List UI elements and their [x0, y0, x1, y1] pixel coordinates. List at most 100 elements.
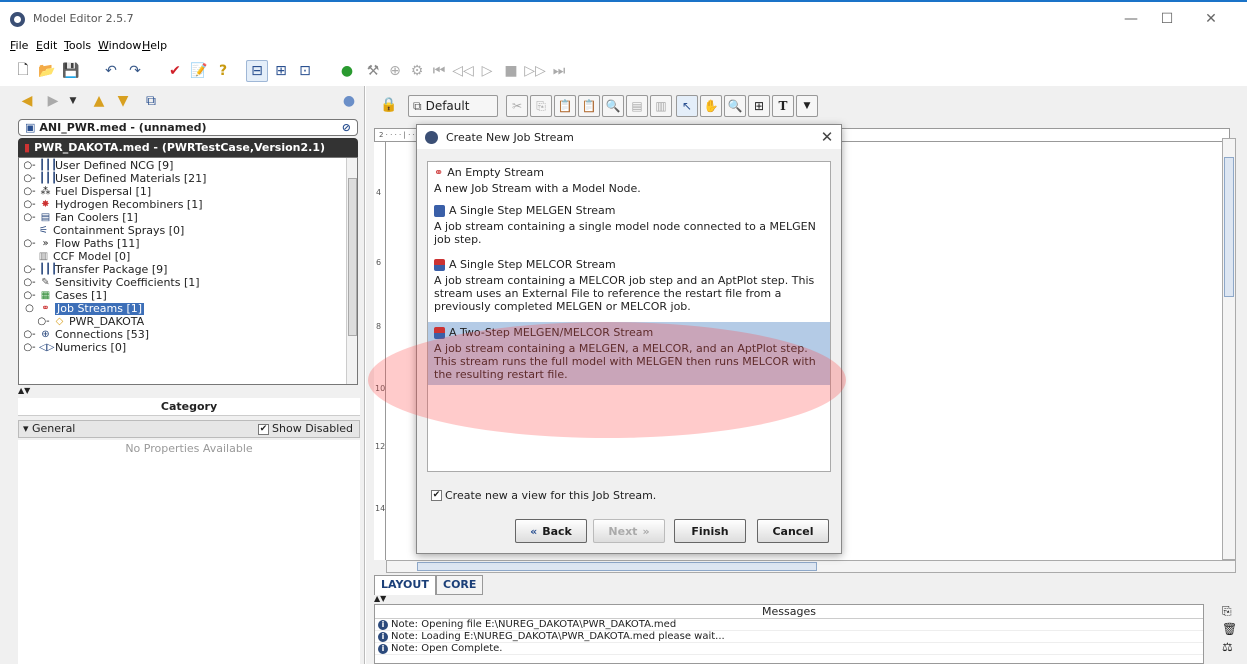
tab-layout[interactable]: LAYOUT	[374, 575, 436, 595]
save-icon[interactable]: 💾	[60, 60, 82, 82]
align-b-icon[interactable]: ▥	[650, 95, 672, 117]
cut-icon[interactable]: ✂	[506, 95, 528, 117]
cancel-button[interactable]: Cancel	[757, 519, 829, 543]
vertical-scrollbar[interactable]	[1222, 138, 1236, 560]
next-button[interactable]: Next »	[593, 519, 665, 543]
tree-item[interactable]: ○- » Flow Paths [11]	[23, 238, 139, 250]
check-icon[interactable]: ✔	[164, 60, 186, 82]
pan-hand-icon[interactable]: ✋	[700, 95, 722, 117]
menu-edit[interactable]: Edit	[36, 39, 57, 52]
tree-scrollbar[interactable]	[346, 158, 357, 384]
select-pointer-icon[interactable]: ↖	[676, 95, 698, 117]
find-icon[interactable]: 🔍	[602, 95, 624, 117]
show-disabled-checkbox[interactable]: ✔ Show Disabled	[258, 421, 353, 437]
tree-label: Hydrogen Recombiners [1]	[55, 198, 203, 211]
layout-2-icon[interactable]: ⊞	[270, 60, 292, 82]
paste-icon[interactable]: 📋	[554, 95, 576, 117]
model-header[interactable]: ▣ ANI_PWR.med - (unnamed) ⊘	[18, 119, 358, 136]
step-back-icon[interactable]: ◁◁	[452, 60, 474, 82]
menu-tools[interactable]: Tools	[64, 39, 91, 52]
tree-item[interactable]: ○- ┃┃┃ Transfer Package [9]	[23, 264, 167, 276]
skip-end-icon[interactable]: ⏭	[548, 60, 570, 82]
trash-icon[interactable]: 🗑	[1222, 622, 1242, 640]
tree-item-job-streams[interactable]: ○ ⚭ Job Streams [1]	[23, 303, 145, 315]
option-melcor-stream[interactable]: A Single Step MELCOR Stream A job stream…	[428, 254, 830, 317]
dialog-close-button[interactable]: ✕	[817, 127, 837, 147]
paste-special-icon[interactable]: 📋	[578, 95, 600, 117]
down-arrow-icon[interactable]: ▼	[112, 90, 134, 112]
help-icon[interactable]: ?	[212, 60, 234, 82]
new-file-icon[interactable]: 🗋	[12, 60, 34, 82]
tree-item[interactable]: ○- ⊕ Connections [53]	[23, 329, 149, 341]
unlink-icon[interactable]: ⊘	[342, 121, 351, 134]
play-icon[interactable]: ▷	[476, 60, 498, 82]
scroll-thumb[interactable]	[348, 178, 357, 336]
tree-item[interactable]: ○- ⁂ Fuel Dispersal [1]	[23, 186, 151, 198]
align-a-icon[interactable]: ▤	[626, 95, 648, 117]
more-tools-icon[interactable]: ▼	[796, 95, 818, 117]
menu-window[interactable]: Window	[98, 39, 141, 52]
menu-file[interactable]: File	[10, 39, 28, 52]
tree-item[interactable]: ○- ┃┃┃ User Defined NCG [9]	[23, 160, 173, 172]
layout-1-icon[interactable]: ⊟	[246, 60, 268, 82]
tab-core[interactable]: CORE	[436, 575, 484, 595]
step-forward-icon[interactable]: ▷▷	[524, 60, 546, 82]
zoom-icon[interactable]: 🔍	[724, 95, 746, 117]
run-icon[interactable]: ●	[336, 60, 358, 82]
text-tool-button[interactable]: T	[772, 95, 794, 117]
close-window-button[interactable]: ✕	[1194, 8, 1228, 30]
scroll-thumb[interactable]	[1224, 157, 1234, 297]
menu-help[interactable]: Help	[142, 39, 167, 52]
option-empty-stream[interactable]: ⚭ An Empty Stream A new Job Stream with a…	[428, 162, 830, 199]
tree-item[interactable]: ▥ CCF Model [0]	[37, 251, 131, 263]
layout-3-icon[interactable]: ⊡	[294, 60, 316, 82]
up-arrow-icon[interactable]: ▲	[88, 90, 110, 112]
tree-item[interactable]: ⚟ Containment Sprays [0]	[37, 225, 184, 237]
create-view-checkbox[interactable]: ✔ Create new a view for this Job Stream.	[431, 489, 656, 502]
tree-item[interactable]: ○- ✎ Sensitivity Coefficients [1]	[23, 277, 199, 289]
finish-label: Finish	[691, 524, 729, 538]
horizontal-scrollbar[interactable]	[386, 560, 1236, 573]
tree-item[interactable]: ○- ┃┃┃ User Defined Materials [21]	[23, 173, 206, 185]
stop-icon[interactable]: ■	[500, 60, 522, 82]
lock-icon[interactable]: 🔒	[378, 94, 400, 116]
splitter-arrows-icon[interactable]: ▲▼	[374, 594, 386, 603]
tree-item[interactable]: ○- ◇ PWR_DAKOTA	[37, 316, 144, 328]
windows-icon[interactable]: ⧉	[140, 90, 162, 112]
back-button[interactable]: « Back	[515, 519, 587, 543]
undo-icon[interactable]: ↶	[100, 60, 122, 82]
copy-icon[interactable]: ⎘	[530, 95, 552, 117]
dropdown-icon[interactable]: ▼	[62, 90, 84, 112]
filter-icon[interactable]: ⚖	[1222, 640, 1242, 658]
tree-item[interactable]: ○- ▦ Cases [1]	[23, 290, 106, 302]
finish-button[interactable]: Finish	[674, 519, 746, 543]
scroll-thumb[interactable]	[417, 562, 817, 571]
marquee-icon[interactable]: ⊞	[748, 95, 770, 117]
maximize-button[interactable]: ☐	[1150, 8, 1184, 30]
general-label[interactable]: ▾ General	[23, 422, 75, 435]
minimize-button[interactable]: —	[1114, 8, 1148, 30]
checkbox-icon[interactable]: ✔	[431, 490, 442, 501]
tree-item[interactable]: ○- ✸ Hydrogen Recombiners [1]	[23, 198, 203, 211]
redo-icon[interactable]: ↷	[124, 60, 146, 82]
default-dropdown[interactable]: ⧉ Default	[408, 95, 498, 117]
show-disabled-label: Show Disabled	[272, 422, 353, 435]
splitter-arrows-icon[interactable]: ▲▼	[18, 386, 30, 395]
checkbox-icon[interactable]: ✔	[258, 423, 270, 435]
copy-messages-icon[interactable]: ⎘	[1222, 604, 1242, 622]
tool-b-icon[interactable]: ⊕	[384, 60, 406, 82]
splitter-handle[interactable]: ▲▼	[18, 386, 358, 396]
tool-a-icon[interactable]: ⚒	[362, 60, 384, 82]
skip-start-icon[interactable]: ⏮	[428, 60, 450, 82]
tree-item[interactable]: ○- ▤ Fan Coolers [1]	[23, 212, 138, 224]
general-section[interactable]: ▾ General ✔ Show Disabled	[18, 420, 360, 438]
edit-check-icon[interactable]: 📝	[188, 60, 210, 82]
forward-arrow-icon[interactable]: ▶	[42, 90, 64, 112]
open-folder-icon[interactable]: 📂	[36, 60, 58, 82]
file-header[interactable]: ▮ PWR_DAKOTA.med - (PWRTestCase,Version2…	[18, 138, 358, 157]
tree-item[interactable]: ○- ◁▷ Numerics [0]	[23, 342, 126, 354]
option-two-step-stream[interactable]: A Two-Step MELGEN/MELCOR Stream A job st…	[428, 322, 830, 385]
back-arrow-icon[interactable]: ◀	[16, 90, 38, 112]
option-melgen-stream[interactable]: A Single Step MELGEN Stream A job stream…	[428, 200, 830, 250]
tool-c-icon[interactable]: ⚙	[406, 60, 428, 82]
